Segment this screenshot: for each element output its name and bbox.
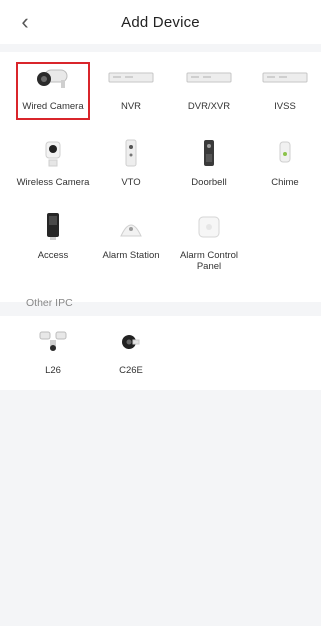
device-label: Alarm Control Panel xyxy=(179,250,239,272)
nvr-recorder-icon xyxy=(101,61,161,95)
ivss-recorder-icon xyxy=(255,61,315,95)
device-label: L26 xyxy=(45,365,61,376)
floodlight-camera-icon xyxy=(23,325,83,359)
device-label: Access xyxy=(37,250,69,261)
alarm-control-panel-icon xyxy=(179,210,239,244)
device-tile-chime[interactable]: Chime xyxy=(247,137,321,199)
selected-outline xyxy=(16,62,90,120)
device-label: VTO xyxy=(121,177,141,188)
device-tile-wireless-camera[interactable]: Wireless Camera xyxy=(15,137,91,199)
device-tile-l26[interactable]: L26 xyxy=(15,325,91,387)
device-tile-c26e[interactable]: C26E xyxy=(93,325,169,387)
device-tile-alarm-control-panel[interactable]: Alarm Control Panel xyxy=(171,210,247,272)
device-tile-access[interactable]: Access xyxy=(15,210,91,272)
wireless-camera-icon xyxy=(23,137,83,171)
chime-icon xyxy=(255,137,315,171)
device-label: C26E xyxy=(119,365,143,376)
device-tile-ivss[interactable]: IVSS xyxy=(247,61,321,123)
device-label: Chime xyxy=(271,177,299,188)
device-label: NVR xyxy=(120,101,142,112)
doorbell-icon xyxy=(179,137,239,171)
chevron-left-icon: ‹ xyxy=(21,9,29,34)
access-control-icon xyxy=(23,210,83,244)
header-bar: ‹ Add Device xyxy=(0,0,321,44)
page-title: Add Device xyxy=(121,13,200,31)
dvr-recorder-icon xyxy=(179,61,239,95)
device-label: Doorbell xyxy=(191,177,227,188)
device-label: IVSS xyxy=(274,101,296,112)
compact-camera-icon xyxy=(101,325,161,359)
vto-intercom-icon xyxy=(101,137,161,171)
device-tile-alarm-station[interactable]: Alarm Station xyxy=(93,210,169,272)
device-tile-doorbell[interactable]: Doorbell xyxy=(171,137,247,199)
device-label: Alarm Station xyxy=(102,250,160,261)
device-tile-vto[interactable]: VTO xyxy=(93,137,169,199)
section-label-other-ipc: Other IPC xyxy=(26,297,73,309)
device-label: Wireless Camera xyxy=(16,177,90,188)
device-label: DVR/XVR xyxy=(187,101,231,112)
alarm-station-icon xyxy=(101,210,161,244)
back-button[interactable]: ‹ xyxy=(14,8,36,36)
device-tile-nvr[interactable]: NVR xyxy=(93,61,169,123)
device-tile-dvr-xvr[interactable]: DVR/XVR xyxy=(171,61,247,123)
